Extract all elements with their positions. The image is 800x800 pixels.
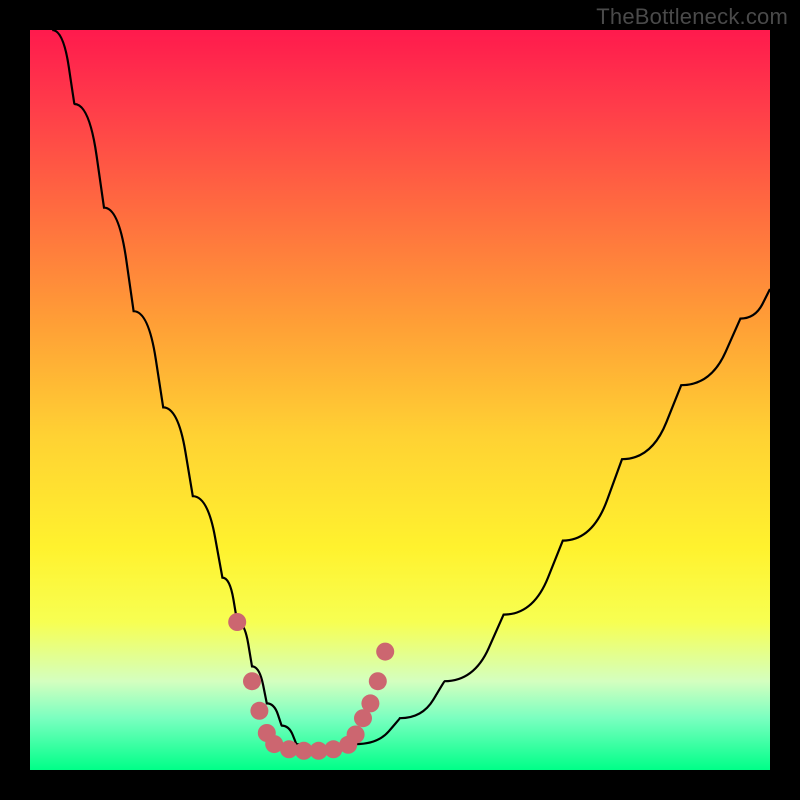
marker-dot xyxy=(361,694,379,712)
marker-dot xyxy=(243,672,261,690)
marker-dot xyxy=(347,726,365,744)
chart-frame: TheBottleneck.com xyxy=(0,0,800,800)
plot-area xyxy=(30,30,770,770)
marker-dot xyxy=(228,613,246,631)
chart-svg xyxy=(30,30,770,770)
marker-dot xyxy=(250,702,268,720)
watermark-text: TheBottleneck.com xyxy=(596,4,788,30)
bottleneck-curve xyxy=(52,30,770,752)
marker-dot xyxy=(376,643,394,661)
highlighted-points xyxy=(228,613,394,760)
marker-dot xyxy=(369,672,387,690)
